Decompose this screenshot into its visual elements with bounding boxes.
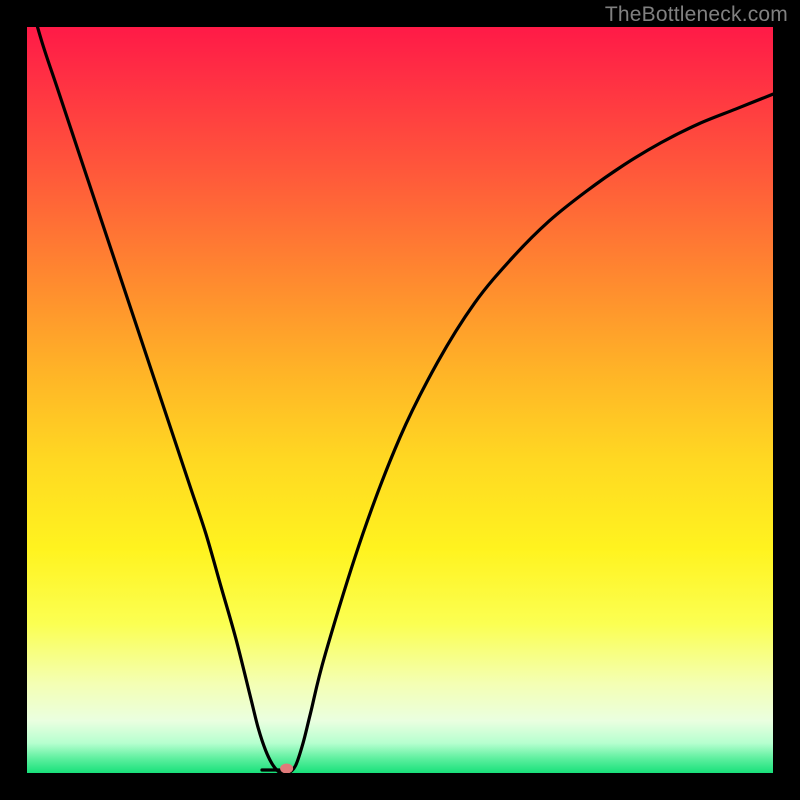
marker-dot	[280, 764, 293, 773]
chart-frame: TheBottleneck.com	[0, 0, 800, 800]
chart-svg	[27, 27, 773, 773]
bottleneck-curve	[27, 27, 773, 773]
plot-area	[27, 27, 773, 773]
watermark-text: TheBottleneck.com	[605, 3, 788, 27]
